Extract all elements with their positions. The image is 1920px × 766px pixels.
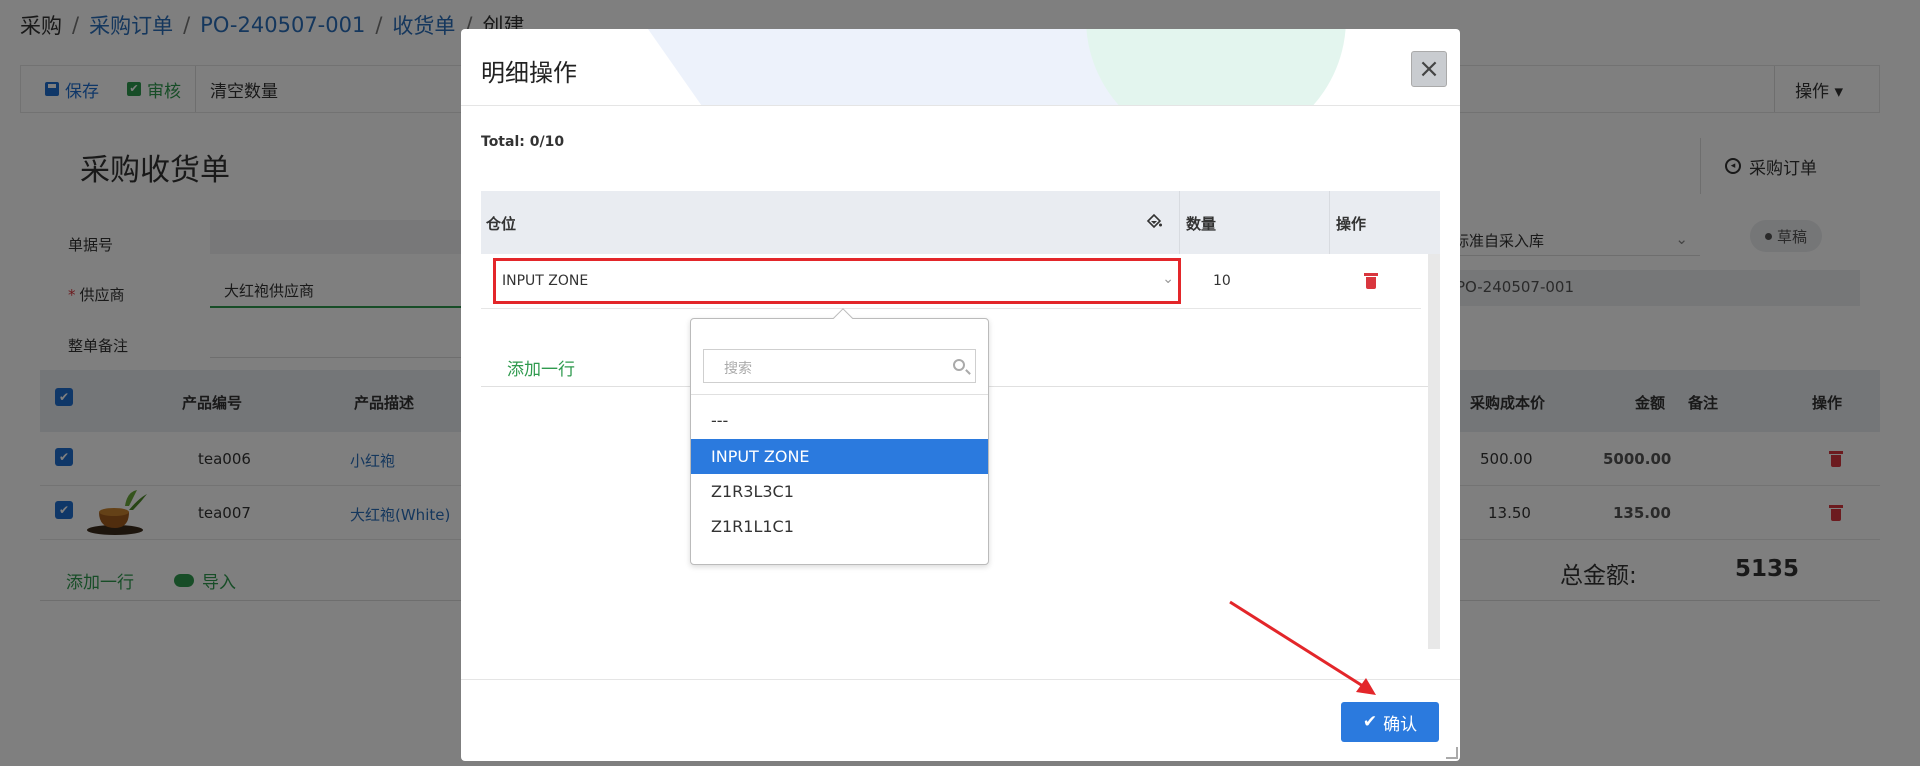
dropdown-option-selected[interactable]: INPUT ZONE [691,439,988,474]
quantity-input[interactable]: 10 [1213,273,1231,289]
paint-bucket-icon[interactable] [1146,213,1162,229]
search-placeholder: 搜索 [724,361,752,377]
dropdown-option[interactable]: --- [691,403,988,438]
trash-icon[interactable] [1364,273,1378,289]
header-ops: 操作 [1336,215,1367,233]
confirm-button[interactable]: ✔ 确认 [1341,702,1439,742]
table-row: INPUT ZONE ⌄ 10 [481,254,1421,309]
dropdown-option[interactable]: Z1R1L1C1 [691,509,988,544]
confirm-label: 确认 [1383,714,1418,735]
scrollbar[interactable] [1428,254,1440,649]
check-icon: ✔ [1362,712,1378,732]
column-divider [1329,191,1330,254]
column-divider [1179,191,1180,254]
header-qty: 数量 [1186,215,1217,233]
location-table-header: 仓位 数量 操作 [481,191,1440,254]
close-icon: × [1418,54,1440,84]
location-dropdown: 搜索 --- INPUT ZONE Z1R3L3C1 Z1R1L1C1 [690,308,989,565]
search-icon [953,359,965,371]
resize-handle-icon[interactable] [1446,747,1458,759]
dropdown-option[interactable]: Z1R3L3C1 [691,474,988,509]
close-button[interactable]: × [1411,51,1447,87]
divider [691,394,988,395]
search-input[interactable]: 搜索 [703,349,976,383]
add-row-button[interactable]: 添加一行 [507,355,575,380]
location-select-value: INPUT ZONE [502,273,589,289]
header-location: 仓位 [486,215,517,233]
header-decoration [1086,29,1346,105]
chevron-down-icon: ⌄ [1162,271,1174,287]
location-select[interactable]: INPUT ZONE ⌄ [493,258,1181,304]
modal-title: 明细操作 [481,59,577,87]
allocation-total: Total: 0/10 [481,134,565,150]
modal-header: 明细操作 × [461,29,1460,106]
annotation-arrow-icon [1229,600,1376,695]
